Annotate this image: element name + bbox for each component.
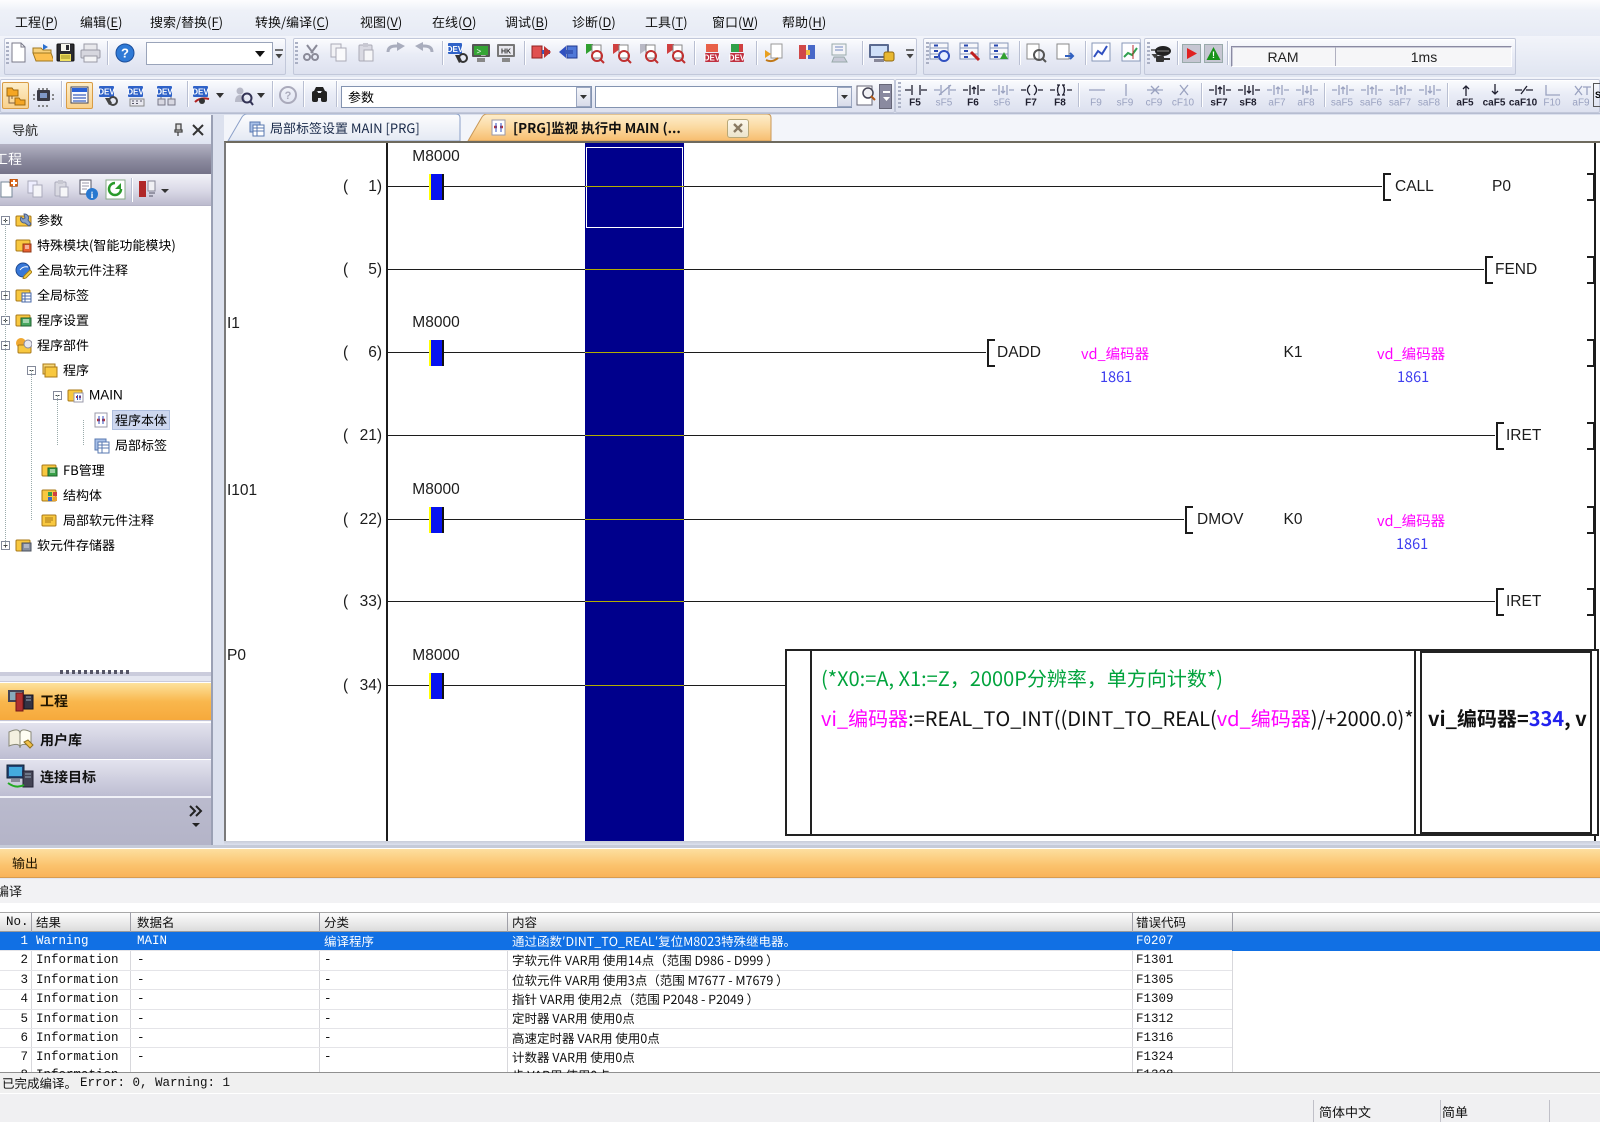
svg-text:>_: >_ [476, 47, 486, 56]
svg-text:?: ? [121, 46, 129, 61]
svg-text:DEV: DEV [98, 88, 115, 97]
svg-text:!: ! [1212, 50, 1215, 60]
svg-text:HK: HK [501, 49, 511, 56]
svg-text:DEV: DEV [127, 88, 144, 97]
svg-text:DEV: DEV [729, 54, 746, 63]
svg-text:DEV: DEV [704, 54, 721, 63]
svg-text:DEV: DEV [156, 88, 173, 97]
svg-text:?: ? [285, 90, 292, 102]
svg-text:DEV: DEV [447, 45, 464, 54]
svg-text:DEV: DEV [192, 88, 209, 97]
